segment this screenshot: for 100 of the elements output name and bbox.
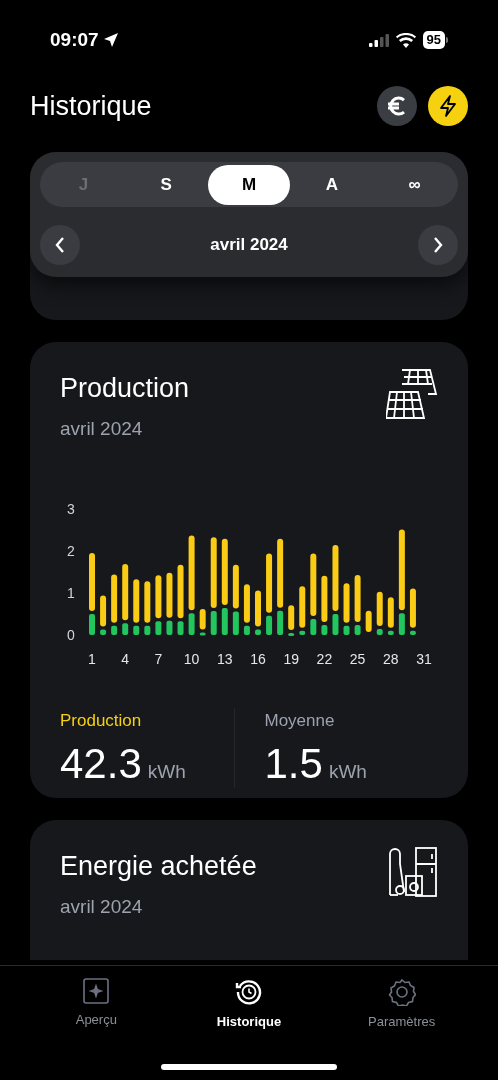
- bar-segment: [354, 624, 361, 635]
- bar-segment: [299, 586, 306, 628]
- bar-segment: [255, 629, 261, 635]
- y-tick-label: 2: [67, 543, 75, 559]
- bar-segment: [89, 553, 95, 611]
- bar-segment: [166, 572, 173, 618]
- stat-value: 42.3: [60, 739, 142, 788]
- tab-bar-item[interactable]: Aperçu: [41, 978, 152, 1032]
- period-tab[interactable]: ∞: [373, 164, 456, 205]
- period-label: avril 2024: [210, 234, 288, 257]
- energy-button[interactable]: [428, 86, 468, 126]
- bar-segment: [188, 613, 195, 635]
- bar-segment: [155, 621, 162, 635]
- y-tick-label: 0: [67, 627, 75, 643]
- bar-segment: [210, 611, 217, 635]
- bar-segment: [343, 625, 350, 635]
- page-title: Historique: [30, 89, 152, 123]
- bar-segment: [409, 588, 416, 628]
- lightning-icon: [438, 95, 458, 117]
- bar-segment: [100, 629, 107, 635]
- bar-segment: [232, 611, 239, 635]
- stat-label: Moyenne: [264, 710, 336, 732]
- x-tick-label: 4: [121, 651, 130, 667]
- battery-level: 95: [422, 31, 445, 49]
- bar-segment: [144, 625, 151, 635]
- bar-segment: [277, 610, 284, 635]
- bar-segment: [122, 564, 129, 621]
- location-arrow-icon: [102, 32, 119, 48]
- bar-segment: [266, 615, 273, 635]
- bar-segment: [122, 623, 129, 635]
- bar-segment: [221, 538, 228, 606]
- chevron-right-icon: [433, 237, 443, 253]
- currency-button[interactable]: [377, 86, 417, 126]
- bar-segment: [155, 575, 162, 619]
- bar-segment: [221, 608, 228, 635]
- period-tab[interactable]: S: [124, 164, 208, 205]
- x-tick-label: 16: [250, 651, 266, 667]
- bar-segment: [199, 608, 206, 630]
- bar-segment: [288, 605, 295, 630]
- bar-segment: [321, 575, 328, 622]
- bar-segment: [376, 629, 383, 635]
- solar-panel-icon: [386, 368, 438, 420]
- bar-segment: [387, 630, 394, 635]
- appliances-icon: [386, 846, 438, 898]
- bar-segment: [177, 564, 184, 619]
- bar-segment: [177, 621, 184, 635]
- status-time: 09:07: [50, 27, 99, 52]
- stat-unit: kWh: [147, 759, 186, 784]
- x-tick-label: 1: [88, 651, 96, 667]
- bar-segment: [332, 545, 339, 611]
- stat-label: Production: [60, 710, 143, 732]
- bar-segment: [111, 625, 118, 635]
- bar-segment: [310, 553, 317, 617]
- x-tick-label: 28: [383, 651, 399, 667]
- bar-segment: [243, 625, 250, 635]
- bar-segment: [398, 613, 405, 635]
- period-tab[interactable]: M: [207, 164, 291, 205]
- signal-icon: [368, 33, 389, 47]
- bar-segment: [255, 590, 261, 627]
- bar-segment: [299, 630, 306, 635]
- bar-segment: [133, 625, 140, 635]
- sparkle-square-icon: [83, 978, 110, 1004]
- x-tick-label: 10: [183, 651, 200, 667]
- bar-segment: [387, 597, 394, 628]
- tab-bar-item[interactable]: Paramètres: [346, 978, 457, 1032]
- bar-segment: [288, 632, 295, 636]
- stat-value: 1.5: [264, 739, 323, 788]
- bar-segment: [354, 574, 361, 622]
- y-tick-label: 1: [67, 585, 75, 601]
- x-tick-label: 7: [154, 651, 163, 667]
- stat-unit: kWh: [328, 759, 367, 784]
- bar-segment: [89, 614, 95, 635]
- card-title: Energie achetée: [60, 850, 257, 883]
- chevron-left-icon: [55, 237, 65, 253]
- x-tick-label: 25: [349, 651, 366, 667]
- x-tick-label: 31: [416, 651, 432, 667]
- bar-segment: [365, 610, 372, 632]
- tab-bar-item[interactable]: Historique: [194, 978, 304, 1032]
- bar-segment: [376, 591, 383, 627]
- bar-segment: [133, 579, 140, 623]
- bar-segment: [332, 614, 339, 635]
- history-icon: [235, 978, 263, 1006]
- y-tick-label: 3: [67, 501, 75, 517]
- bar-segment: [243, 584, 250, 623]
- bar-segment: [277, 538, 284, 608]
- bar-segment: [409, 630, 416, 635]
- bar-segment: [321, 624, 328, 635]
- bar-segment: [144, 581, 151, 623]
- x-tick-label: 19: [283, 651, 299, 667]
- card-subtitle: avril 2024: [60, 894, 144, 919]
- bar-segment: [310, 619, 317, 635]
- period-tab[interactable]: A: [290, 164, 374, 205]
- bar-segment: [210, 537, 217, 609]
- wifi-icon: [395, 32, 416, 48]
- bar-segment: [111, 574, 118, 623]
- bar-segment: [343, 583, 350, 623]
- card-subtitle: avril 2024: [60, 416, 144, 441]
- bar-segment: [100, 595, 107, 627]
- x-tick-label: 13: [217, 651, 233, 667]
- card-title: Production: [60, 372, 190, 405]
